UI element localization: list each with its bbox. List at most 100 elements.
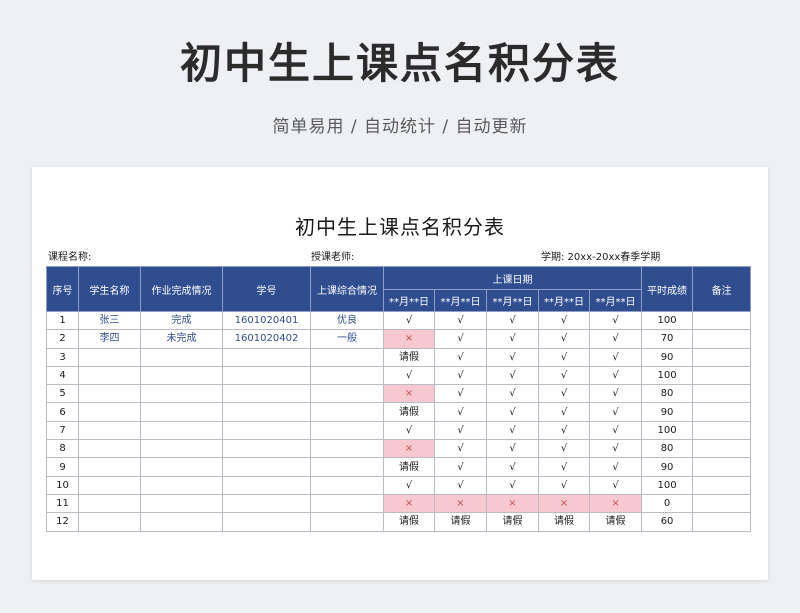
cell-homework[interactable] [140,365,223,386]
cell-attendance[interactable]: 请假 [383,512,435,532]
cell-attendance[interactable]: √ [538,310,590,331]
cell-attendance[interactable]: × [486,493,539,514]
cell-overall[interactable] [310,420,384,441]
cell-remark[interactable] [692,310,752,331]
cell-student-name[interactable] [78,420,141,441]
cell-attendance[interactable]: √ [538,402,590,422]
cell-attendance[interactable]: √ [383,475,435,495]
cell-attendance[interactable]: √ [486,347,539,367]
cell-overall[interactable] [310,493,384,514]
cell-score[interactable]: 90 [641,347,694,367]
cell-score[interactable]: 90 [641,457,694,477]
cell-score[interactable]: 90 [641,402,694,422]
cell-attendance[interactable]: √ [538,365,590,386]
cell-overall[interactable] [310,384,384,404]
cell-attendance[interactable]: × [588,493,643,514]
cell-overall[interactable]: 优良 [310,310,384,331]
cell-attendance[interactable]: √ [434,384,487,404]
cell-overall[interactable] [310,439,384,459]
cell-score[interactable]: 70 [641,329,694,349]
cell-attendance[interactable]: √ [538,475,590,495]
cell-homework[interactable] [140,347,223,367]
cell-homework[interactable] [140,439,223,459]
cell-homework[interactable]: 未完成 [140,329,223,349]
cell-index[interactable]: 3 [46,347,79,367]
cell-remark[interactable] [692,420,752,441]
cell-remark[interactable] [692,475,752,495]
cell-homework[interactable] [140,512,223,532]
cell-index[interactable]: 4 [46,365,79,386]
cell-attendance[interactable]: √ [486,365,539,386]
cell-overall[interactable]: 一般 [310,329,384,349]
cell-homework[interactable] [140,384,223,404]
cell-student-name[interactable]: 张三 [78,310,141,331]
cell-attendance[interactable]: √ [588,457,643,477]
cell-student-id[interactable]: 1601020402 [222,329,311,349]
cell-attendance[interactable]: √ [434,365,487,386]
cell-student-id[interactable] [222,347,311,367]
cell-attendance[interactable]: √ [588,347,643,367]
cell-attendance[interactable]: √ [588,365,643,386]
cell-index[interactable]: 12 [46,512,79,532]
cell-attendance[interactable]: √ [434,402,487,422]
cell-attendance[interactable]: √ [538,420,590,441]
cell-attendance[interactable]: √ [383,420,435,441]
cell-attendance[interactable]: √ [383,310,435,331]
cell-attendance[interactable]: 请假 [434,512,487,532]
cell-student-name[interactable] [78,384,141,404]
cell-score[interactable]: 0 [641,493,694,514]
cell-student-name[interactable] [78,512,141,532]
cell-score[interactable]: 100 [641,475,694,495]
cell-index[interactable]: 6 [46,402,79,422]
cell-attendance[interactable]: √ [486,329,539,349]
cell-attendance[interactable]: √ [383,365,435,386]
cell-remark[interactable] [692,493,752,514]
cell-index[interactable]: 9 [46,457,79,477]
cell-student-name[interactable] [78,493,141,514]
cell-homework[interactable] [140,420,223,441]
cell-homework[interactable]: 完成 [140,310,223,331]
cell-student-name[interactable] [78,365,141,386]
cell-homework[interactable] [140,402,223,422]
cell-index[interactable]: 1 [46,310,79,331]
cell-attendance[interactable]: √ [588,475,643,495]
cell-student-id[interactable] [222,439,311,459]
cell-overall[interactable] [310,457,384,477]
cell-student-id[interactable] [222,475,311,495]
cell-index[interactable]: 7 [46,420,79,441]
cell-student-id[interactable] [222,457,311,477]
cell-score[interactable]: 100 [641,365,694,386]
cell-remark[interactable] [692,347,752,367]
cell-attendance[interactable]: √ [434,347,487,367]
cell-student-id[interactable] [222,402,311,422]
cell-student-name[interactable] [78,347,141,367]
cell-index[interactable]: 10 [46,475,79,495]
cell-attendance[interactable]: √ [538,384,590,404]
cell-overall[interactable] [310,402,384,422]
cell-student-id[interactable] [222,384,311,404]
cell-attendance[interactable]: √ [434,420,487,441]
cell-overall[interactable] [310,475,384,495]
cell-student-id[interactable] [222,493,311,514]
cell-attendance[interactable]: √ [486,402,539,422]
cell-attendance[interactable]: √ [538,329,590,349]
cell-homework[interactable] [140,457,223,477]
cell-attendance[interactable]: √ [486,457,539,477]
cell-index[interactable]: 11 [46,493,79,514]
cell-attendance[interactable]: 请假 [383,347,435,367]
cell-attendance[interactable]: 请假 [486,512,539,532]
cell-attendance[interactable]: 请假 [538,512,590,532]
cell-attendance[interactable]: 请假 [588,512,643,532]
cell-index[interactable]: 8 [46,439,79,459]
cell-attendance[interactable]: × [383,329,435,349]
cell-attendance[interactable]: √ [588,439,643,459]
cell-student-name[interactable] [78,439,141,459]
cell-index[interactable]: 2 [46,329,79,349]
cell-index[interactable]: 5 [46,384,79,404]
cell-student-name[interactable] [78,457,141,477]
cell-attendance[interactable]: √ [434,439,487,459]
cell-attendance[interactable]: × [434,493,487,514]
cell-remark[interactable] [692,329,752,349]
cell-attendance[interactable]: √ [486,439,539,459]
cell-attendance[interactable]: √ [486,310,539,331]
